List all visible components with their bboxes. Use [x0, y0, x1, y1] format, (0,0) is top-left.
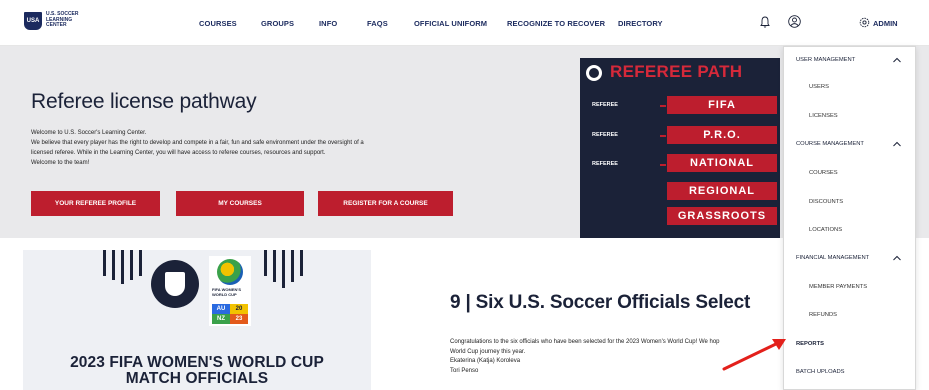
- decorative-stripe: [103, 250, 106, 276]
- world-cup-emblem-icon: [217, 259, 243, 285]
- menu-section-course-management[interactable]: COURSE MANAGEMENT: [784, 137, 915, 151]
- bell-icon[interactable]: [760, 16, 770, 28]
- decorative-stripe: [300, 250, 303, 276]
- chevron-up-icon[interactable]: [892, 56, 902, 64]
- menu-item-courses[interactable]: COURSES: [784, 166, 915, 180]
- hero-intro: Welcome to U.S. Soccer's Learning Center…: [31, 128, 451, 168]
- register-for-a-course-button[interactable]: REGISTER FOR A COURSE: [318, 191, 453, 216]
- decorative-stripe: [291, 250, 294, 282]
- article-title[interactable]: 9 | Six U.S. Soccer Officials Select: [450, 292, 750, 314]
- menu-item-member-payments[interactable]: MEMBER PAYMENTS: [784, 280, 915, 294]
- menu-section-label: USER MANAGEMENT: [796, 57, 856, 63]
- pathway-connector: [660, 105, 666, 107]
- menu-item-label: COURSES: [809, 170, 838, 176]
- admin-dropdown-menu: USER MANAGEMENT USERS LICENSES COURSE MA…: [783, 46, 916, 390]
- referee-logo-icon: [586, 65, 602, 81]
- pathway-level-national: NATIONAL: [667, 154, 777, 172]
- decorative-stripe: [121, 250, 124, 284]
- hero-intro-line: licensed referee. While in the Learning …: [31, 150, 326, 156]
- decorative-stripe: [139, 250, 142, 276]
- menu-item-label: LICENSES: [809, 113, 838, 119]
- menu-item-label: DISCOUNTS: [809, 199, 844, 205]
- menu-item-label: LOCATIONS: [809, 227, 843, 233]
- menu-item-locations[interactable]: LOCATIONS: [784, 223, 915, 237]
- banner-title-line: MATCH OFFICIALS: [125, 370, 269, 387]
- womens-world-cup-logo: FIFA WOMEN'S WORLD CUP AU 20 NZ 23: [209, 256, 251, 326]
- menu-section-financial-management[interactable]: FINANCIAL MANAGEMENT: [784, 251, 915, 265]
- chevron-up-icon[interactable]: [892, 140, 902, 148]
- menu-item-batch-uploads[interactable]: BATCH UPLOADS: [784, 365, 915, 379]
- menu-item-reports[interactable]: REPORTS: [784, 337, 915, 351]
- pathway-level-pro: P.R.O.: [667, 126, 777, 144]
- annotation-arrow-icon: [722, 339, 786, 371]
- menu-item-licenses[interactable]: LICENSES: [784, 109, 915, 123]
- pathway-heading: REFEREE PATH: [610, 62, 743, 81]
- banner-title-line: 2023 FIFA WOMEN'S WORLD CUP: [70, 354, 324, 371]
- hero-intro-line: Welcome to the team!: [31, 160, 90, 166]
- wc-logo-text: FIFA WOMEN'S WORLD CUP: [212, 287, 242, 297]
- menu-section-label: COURSE MANAGEMENT: [796, 141, 864, 147]
- chevron-up-icon[interactable]: [892, 254, 902, 262]
- menu-item-label: MEMBER PAYMENTS: [809, 284, 868, 290]
- pathway-row-label: REFEREE: [592, 161, 618, 167]
- pathway-level-grassroots: GRASSROOTS: [667, 207, 777, 225]
- decorative-stripe: [130, 250, 133, 280]
- wc-logo-23: 23: [230, 314, 248, 324]
- menu-item-label: REFUNDS: [809, 312, 838, 318]
- world-cup-officials-banner: FIFA WOMEN'S WORLD CUP AU 20 NZ 23 2023 …: [23, 250, 371, 390]
- menu-item-label: BATCH UPLOADS: [796, 369, 845, 375]
- pathway-row-label: REFEREE: [592, 132, 618, 138]
- decorative-stripe: [273, 250, 276, 282]
- banner-title: 2023 FIFA WOMEN'S WORLD CUP MATCH OFFICI…: [23, 355, 371, 387]
- top-navigation: USA U.S. SOCCER LEARNING CENTER COURSES …: [0, 0, 929, 46]
- referee-pathway-graphic: REFEREE PATH REFEREE FIFA REFEREE P.R.O.…: [580, 58, 780, 238]
- page-title: Referee license pathway: [31, 90, 257, 113]
- gear-icon[interactable]: [859, 17, 870, 28]
- menu-section-label: FINANCIAL MANAGEMENT: [796, 255, 870, 261]
- my-courses-button[interactable]: MY COURSES: [176, 191, 304, 216]
- admin-menu-toggle[interactable]: ADMIN: [873, 19, 898, 28]
- pathway-row-label: REFEREE: [592, 102, 618, 108]
- menu-item-users[interactable]: USERS: [784, 80, 915, 94]
- your-referee-profile-button[interactable]: YOUR REFEREE PROFILE: [31, 191, 160, 216]
- page: USA U.S. SOCCER LEARNING CENTER COURSES …: [0, 0, 929, 390]
- menu-item-label: USERS: [809, 84, 829, 90]
- nav-actions: ADMIN: [0, 14, 929, 34]
- us-soccer-referee-badge-icon: [151, 260, 199, 308]
- pathway-level-fifa: FIFA: [667, 96, 777, 114]
- menu-item-label: REPORTS: [796, 341, 825, 347]
- menu-section-user-management[interactable]: USER MANAGEMENT: [784, 53, 915, 67]
- menu-item-discounts[interactable]: DISCOUNTS: [784, 195, 915, 209]
- pathway-level-regional: REGIONAL: [667, 182, 777, 200]
- decorative-stripe: [264, 250, 267, 276]
- wc-logo-nz: NZ: [212, 314, 230, 324]
- menu-item-refunds[interactable]: REFUNDS: [784, 308, 915, 322]
- pathway-connector: [660, 135, 666, 137]
- hero-intro-line: Welcome to U.S. Soccer's Learning Center…: [31, 130, 147, 136]
- user-icon[interactable]: [788, 15, 801, 28]
- wc-logo-20: 20: [230, 304, 248, 314]
- hero-intro-line: We believe that every player has the rig…: [31, 140, 364, 146]
- decorative-stripe: [282, 250, 285, 288]
- decorative-stripe: [112, 250, 115, 280]
- wc-logo-au: AU: [212, 304, 230, 314]
- pathway-connector: [660, 164, 666, 166]
